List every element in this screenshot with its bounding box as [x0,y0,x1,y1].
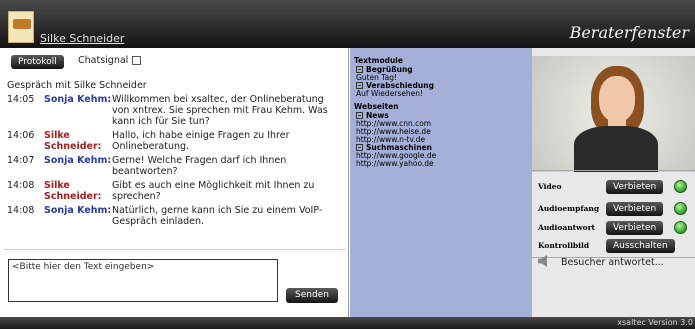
video-forbid-button[interactable]: Verbieten [606,180,664,194]
control-image-toggle-button[interactable]: Ausschalten [606,239,675,253]
websites-title: Webseiten [354,102,399,111]
video-status-icon [674,180,687,193]
message-sender: Sonja Kehm: [44,94,112,105]
user-name-link[interactable]: Silke Schneider [40,32,124,45]
visitor-status: Besucher antwortet... [538,255,664,268]
message-text: Gibt es auch eine Möglichkeit mit Ihnen … [112,180,315,202]
send-button[interactable]: Senden [286,288,338,303]
message-text: Hallo, ich habe einige Fragen zu Ihrer O… [112,130,290,152]
divider [532,170,695,171]
message-row: 14:08 Sonja Kehm: Natürlich, gerne kann ic… [7,205,343,227]
message-text: Gerne! Welche Fragen darf ich Ihnen bean… [112,155,287,177]
protocol-button[interactable]: Protokoll [11,55,64,69]
message-sender: Sonja Kehm: [44,205,112,216]
control-image-label: Kontrollbild [538,241,590,250]
input-divider [4,249,345,250]
chatsignal-checkbox[interactable] [132,56,141,65]
conversation-label: Gespräch mit Silke Schneider [7,80,147,91]
collapse-icon[interactable] [356,112,363,119]
audio-in-status-icon [674,202,687,215]
chat-messages: Gespräch mit Silke Schneider 14:05 Sonja … [7,80,343,230]
search-link[interactable]: http://www.yahoo.de [356,160,532,168]
message-row: 14:07 Sonja Kehm: Gerne! Welche Fragen dar… [7,155,343,177]
message-row: 14:08 Silke Schneider: Gibt es auch eine M… [7,180,343,202]
advisor-photo [532,56,695,172]
message-row: 14:05 Sonja Kehm: Willkommen bei xsaltec, … [7,94,343,127]
chat-panel: Protokoll Chatsignal Gespräch mit Silke … [0,48,349,317]
control-panel: Video Verbieten Audioempfang Verbieten A… [532,48,695,317]
message-time: 14:06 [7,130,35,141]
text-modules-panel: Textmodule Begrüßung Guten Tag! Verabsch… [350,48,532,317]
audio-out-label: Audioantwort [538,223,596,232]
message-row: 14:06 Silke Schneider: Hallo, ich habe ein… [7,130,343,152]
visitor-status-text: Besucher antwortet... [561,257,664,268]
collapse-icon[interactable] [356,66,363,73]
message-time: 14:07 [7,155,35,166]
message-text: Willkommen bei xsaltec, der Onlineberatu… [112,94,328,127]
farewell-item[interactable]: Auf Wiedersehen! [356,90,532,98]
collapse-icon[interactable] [356,82,363,89]
audio-out-forbid-button[interactable]: Verbieten [606,221,664,235]
message-time: 14:05 [7,94,35,105]
speaker-icon [538,255,547,267]
header-bar: Silke Schneider Beraterfenster [0,0,695,48]
footer-bar: xsaltec Version 3.0 [0,317,695,329]
video-label: Video [538,182,562,191]
message-sender: Sonja Kehm: [44,155,112,166]
version-text: xsaltec Version 3.0 [617,318,693,327]
chatsignal-label: Chatsignal [78,55,129,66]
message-input[interactable]: <Bitte hier den Text eingeben> [8,259,278,302]
message-time: 14:08 [7,205,35,216]
message-text: Natürlich, gerne kann ich Sie zu einem V… [112,205,323,227]
message-sender: Silke Schneider: [44,130,102,152]
logo-icon [8,11,34,43]
window-title: Beraterfenster [569,23,689,42]
textmodule-title: Textmodule [354,56,403,65]
collapse-icon[interactable] [356,144,363,151]
audio-out-status-icon [674,221,687,234]
audio-in-forbid-button[interactable]: Verbieten [606,202,664,216]
message-sender: Silke Schneider: [44,180,102,202]
message-time: 14:08 [7,180,35,191]
audio-in-label: Audioempfang [538,204,600,213]
